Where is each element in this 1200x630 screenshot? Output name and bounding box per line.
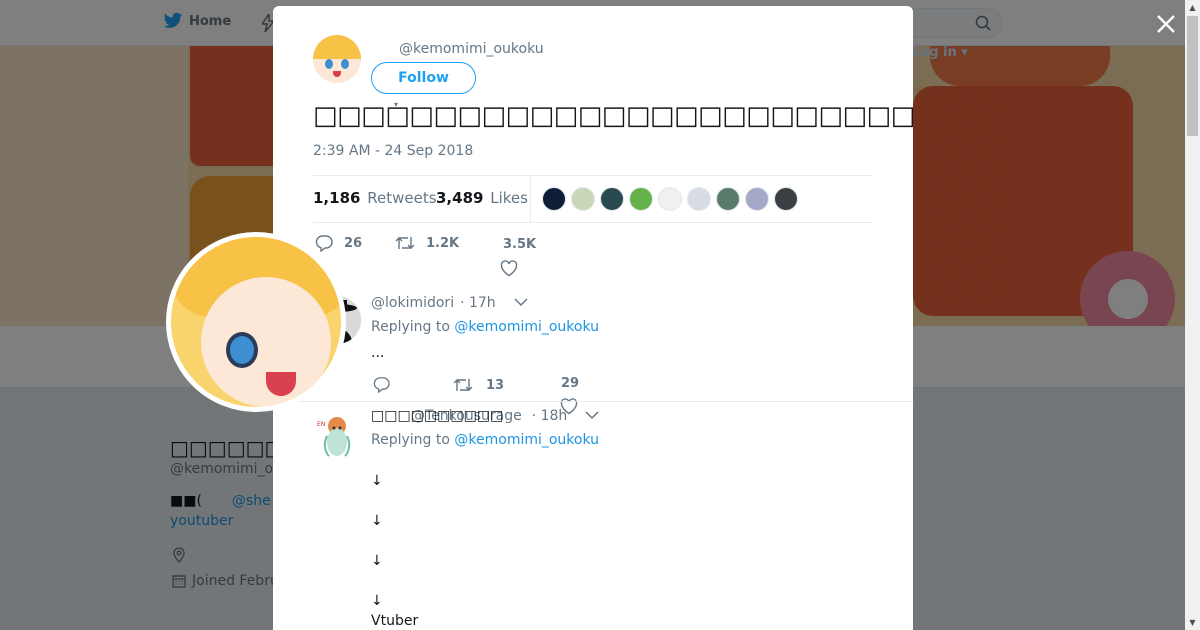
liker-avatar[interactable] bbox=[571, 187, 595, 211]
follow-button[interactable]: Follow bbox=[371, 62, 476, 94]
reply-name[interactable]: □□□□□□□□□□ bbox=[371, 408, 503, 424]
liker-avatar[interactable] bbox=[658, 187, 682, 211]
liker-avatar[interactable] bbox=[629, 187, 653, 211]
liker-avatar[interactable] bbox=[687, 187, 711, 211]
replying-to: Replying to @kemomimi_oukoku bbox=[371, 319, 600, 335]
reply-avatar[interactable]: EN bbox=[313, 412, 361, 460]
liker-avatar[interactable] bbox=[600, 187, 624, 211]
liker-avatar[interactable] bbox=[774, 187, 798, 211]
reply-time[interactable]: · 17h bbox=[460, 295, 496, 311]
scroll-down-arrow[interactable]: ▼ bbox=[1185, 615, 1200, 630]
liker-avatar[interactable] bbox=[542, 187, 566, 211]
reply-item[interactable]: EN @Tenkousurage □□□□□□□□□□ · 18h Replyi… bbox=[273, 401, 913, 630]
chevron-down-icon: ▾ bbox=[961, 45, 968, 60]
chevron-down-icon[interactable] bbox=[585, 408, 599, 424]
tweet-author-handle[interactable]: @kemomimi_oukoku bbox=[399, 41, 544, 57]
retweet-icon bbox=[453, 379, 473, 391]
reply-count: 26 bbox=[344, 235, 363, 251]
retweet-icon bbox=[395, 237, 415, 249]
heart-icon[interactable] bbox=[500, 260, 518, 277]
reply-header: @Tenkousurage □□□□□□□□□□ · 18h bbox=[371, 408, 599, 424]
tweet-actions: 26 1.2K 3.5K bbox=[313, 234, 873, 284]
chevron-down-icon[interactable] bbox=[514, 295, 528, 311]
login-label: Log in bbox=[912, 45, 957, 60]
like-count: 29 bbox=[561, 376, 580, 391]
retweet-count: 13 bbox=[486, 377, 505, 393]
divider bbox=[530, 176, 531, 223]
replying-to-link[interactable]: @kemomimi_oukoku bbox=[454, 319, 599, 335]
tweet-modal: @kemomimi_oukoku Follow ▾ □□□□□□□□□□□□□□… bbox=[273, 6, 913, 630]
replying-to: Replying to @kemomimi_oukoku bbox=[371, 432, 600, 448]
liker-avatar[interactable] bbox=[745, 187, 769, 211]
liker-avatars bbox=[542, 187, 798, 211]
retweets-stat[interactable]: 1,186 Retweets bbox=[313, 189, 437, 207]
retweet-button[interactable]: 13 bbox=[453, 376, 504, 394]
reply-actions: 13 29 bbox=[371, 376, 671, 415]
reply-header: @lokimidori · 17h bbox=[371, 295, 528, 311]
scroll-thumb[interactable] bbox=[1187, 16, 1198, 136]
liker-avatar[interactable] bbox=[716, 187, 740, 211]
svg-text:EN: EN bbox=[317, 421, 325, 428]
reply-time[interactable]: · 18h bbox=[532, 408, 568, 424]
login-link[interactable]: Log in ▾ bbox=[912, 45, 968, 60]
tweet-author-avatar[interactable] bbox=[313, 35, 361, 83]
retweet-count: 1.2K bbox=[426, 235, 460, 251]
tweet-stats: 1,186 Retweets 3,489 Likes bbox=[313, 175, 873, 223]
reply-item[interactable]: @lokimidori · 17h Replying to @kemomimi_… bbox=[273, 288, 913, 415]
scrollbar[interactable]: ▲ ▼ bbox=[1185, 0, 1200, 630]
reply-handle[interactable]: @lokimidori bbox=[371, 295, 454, 311]
reply-text: ... bbox=[371, 345, 385, 361]
likes-stat[interactable]: 3,489 Likes bbox=[436, 189, 528, 207]
tweet-text: □□□□□□□□□□□□□□□□□□□□□□□□□□□□□□□□□□□□□□□□… bbox=[313, 101, 913, 131]
replying-to-link[interactable]: @kemomimi_oukoku bbox=[454, 432, 599, 448]
reply-icon bbox=[373, 377, 390, 393]
close-icon[interactable] bbox=[1154, 12, 1178, 36]
profile-avatar[interactable] bbox=[166, 232, 346, 412]
tweet-timestamp[interactable]: 2:39 AM - 24 Sep 2018 bbox=[313, 143, 473, 159]
like-count: 3.5K bbox=[503, 237, 537, 252]
reply-text: ↓ ↓ ↓ ↓ Vtuber bbox=[371, 473, 419, 629]
retweet-button[interactable]: 1.2K bbox=[395, 234, 459, 252]
scroll-up-arrow[interactable]: ▲ bbox=[1185, 0, 1200, 15]
reply-button[interactable] bbox=[373, 376, 390, 393]
